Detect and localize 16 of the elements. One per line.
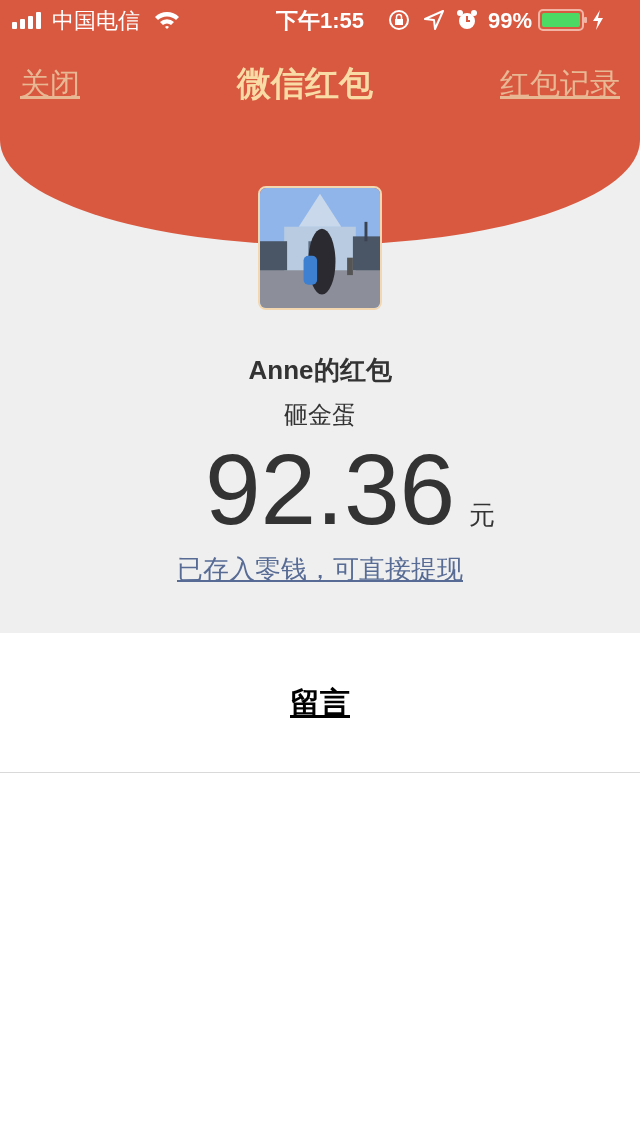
status-time: 下午1:55 (276, 6, 365, 35)
currency-label: 元 (469, 499, 496, 532)
balance-link[interactable]: 已存入零钱，可直接提现 (177, 550, 463, 589)
location-icon (424, 10, 445, 30)
sender-label: Anne的红包 (248, 354, 392, 386)
battery-icon (538, 9, 589, 31)
greeting-text: 砸金蛋 (284, 400, 356, 430)
alarm-icon (456, 9, 479, 31)
battery-percent: 99% (488, 6, 533, 35)
wifi-icon (154, 10, 180, 30)
amount-value: 92.36 (204, 434, 456, 544)
charging-icon (592, 10, 605, 30)
message-button[interactable]: 留言 (290, 680, 350, 725)
page-title: 微信红包 (237, 62, 373, 104)
rotation-lock-icon (388, 9, 411, 31)
carrier-name: 中国电信 (52, 6, 140, 35)
